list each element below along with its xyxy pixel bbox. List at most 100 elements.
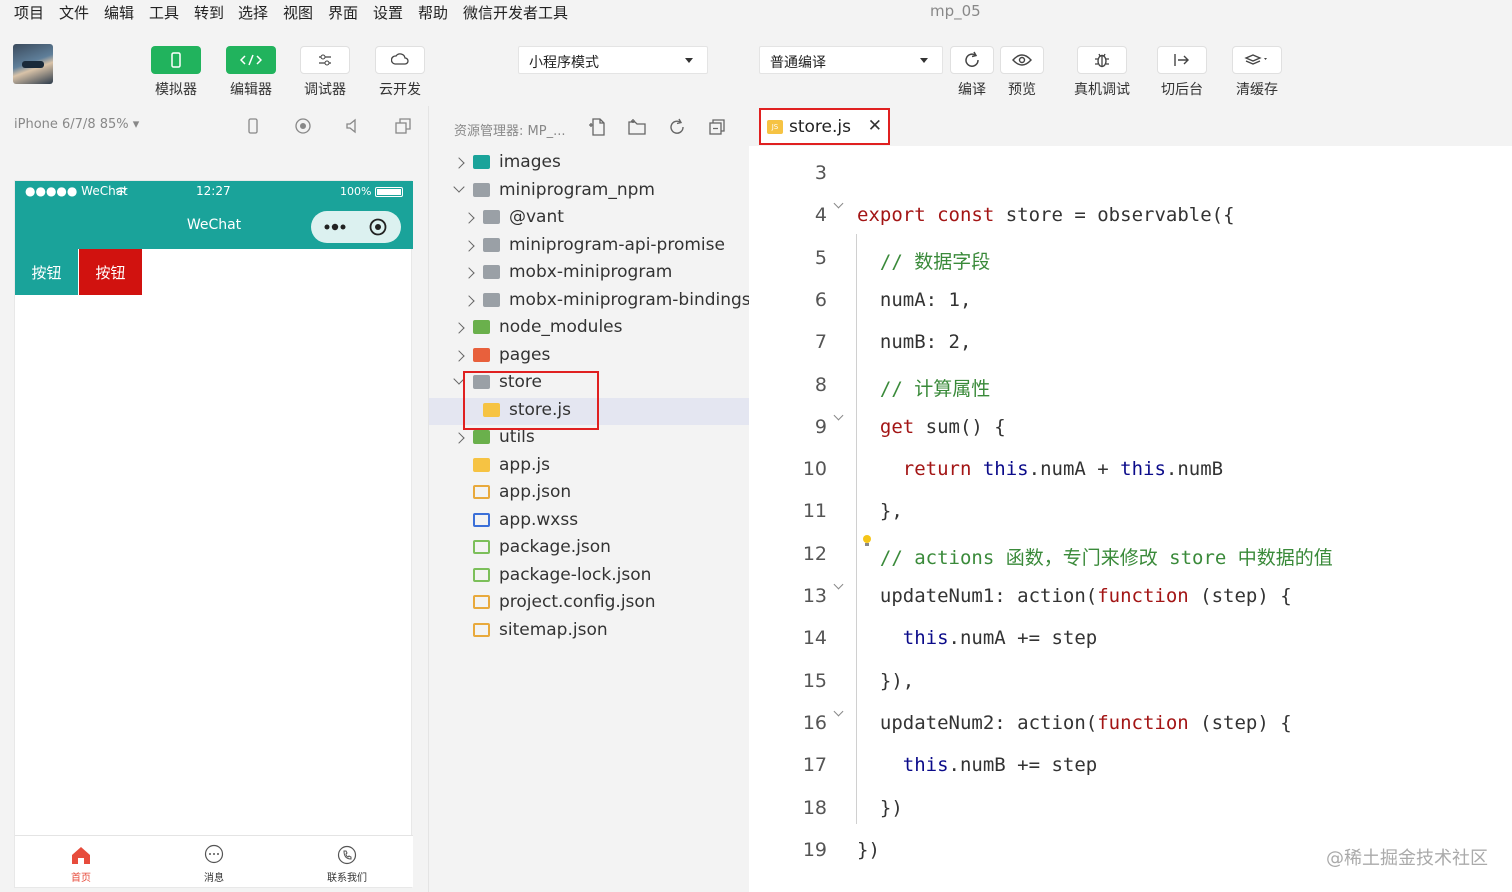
tree-item[interactable]: node_modules — [429, 315, 750, 342]
chevron-right-icon[interactable] — [463, 212, 475, 224]
code-text: updateNum1: action(function (step) { — [857, 585, 1292, 607]
clear-cache-button[interactable] — [1232, 46, 1282, 74]
code-line[interactable]: 17 this.numB += step — [749, 746, 1512, 788]
code-line[interactable]: 18 }) — [749, 789, 1512, 831]
simulator-header: iPhone 6/7/8 85% ▾ — [0, 106, 428, 146]
menu-tools[interactable]: 工具 — [149, 2, 179, 23]
chevron-right-icon[interactable] — [453, 432, 465, 444]
tab-home[interactable]: 首页 — [41, 844, 121, 884]
tab-messages[interactable]: 消息 — [174, 844, 254, 884]
chevron-right-icon[interactable] — [453, 349, 465, 362]
tree-item[interactable]: @vant — [429, 205, 750, 232]
tree-item[interactable]: miniprogram_npm — [429, 178, 750, 205]
menu-goto[interactable]: 转到 — [194, 2, 224, 23]
background-button[interactable] — [1157, 46, 1207, 74]
mode-select[interactable]: 小程序模式 — [518, 46, 708, 74]
rotate-device-icon[interactable] — [244, 117, 262, 135]
fold-chevron-icon[interactable] — [833, 706, 844, 717]
new-file-icon[interactable] — [588, 117, 608, 137]
fold-chevron-icon[interactable] — [833, 198, 844, 209]
code-line[interactable]: 5 // 数据字段 — [749, 239, 1512, 281]
folder-icon — [483, 210, 500, 224]
chevron-right-icon[interactable] — [463, 239, 475, 252]
js-file-icon: JS — [767, 120, 783, 134]
refresh-icon[interactable] — [667, 117, 687, 137]
tree-item[interactable]: mobx-miniprogram — [429, 260, 750, 287]
device-select[interactable]: iPhone 6/7/8 85% ▾ — [14, 117, 139, 132]
menu-help[interactable]: 帮助 — [418, 2, 448, 23]
cloud-dev-button[interactable] — [375, 46, 425, 74]
tree-item[interactable]: app.wxss — [429, 508, 750, 535]
code-line[interactable]: 7 numB: 2, — [749, 323, 1512, 365]
code-line[interactable]: 3 — [749, 154, 1512, 196]
tree-item[interactable]: package.json — [429, 535, 750, 562]
lightbulb-icon[interactable] — [862, 534, 872, 548]
file-icon — [473, 595, 490, 609]
code-line[interactable]: 11 }, — [749, 492, 1512, 534]
preview-button[interactable] — [1000, 46, 1044, 74]
menu-select[interactable]: 选择 — [238, 2, 268, 23]
volume-icon[interactable] — [344, 117, 362, 135]
capsule-menu[interactable] — [311, 211, 401, 243]
menu-file[interactable]: 文件 — [59, 2, 89, 23]
menu-interface[interactable]: 界面 — [328, 2, 358, 23]
menu-view[interactable]: 视图 — [283, 2, 313, 23]
fold-chevron-icon[interactable] — [833, 579, 844, 590]
more-icon[interactable] — [323, 222, 347, 232]
tree-item[interactable]: mobx-miniprogram-bindings — [429, 288, 751, 315]
menu-settings[interactable]: 设置 — [373, 2, 403, 23]
page-button-2[interactable]: 按钮 — [79, 249, 142, 295]
code-line[interactable]: 16 updateNum2: action(function (step) { — [749, 704, 1512, 746]
editor-toggle-button[interactable] — [226, 46, 276, 74]
new-folder-icon[interactable] — [627, 117, 647, 137]
chevron-right-icon[interactable] — [453, 322, 465, 334]
tree-item[interactable]: pages — [429, 343, 750, 370]
line-number: 14 — [802, 627, 827, 650]
simulator-toggle-button[interactable] — [151, 46, 201, 74]
code-line[interactable]: 9 get sum() { — [749, 408, 1512, 450]
tab-contact[interactable]: 联系我们 — [307, 844, 387, 884]
close-icon[interactable]: ✕ — [868, 116, 882, 136]
device-debug-button[interactable] — [1077, 46, 1127, 74]
debugger-toggle-button[interactable] — [300, 46, 350, 74]
line-number: 5 — [814, 246, 827, 269]
tree-item[interactable]: sitemap.json — [429, 618, 750, 645]
tree-item[interactable]: project.config.json — [429, 590, 750, 617]
code-line[interactable]: 13 updateNum1: action(function (step) { — [749, 577, 1512, 619]
record-icon[interactable] — [294, 117, 312, 135]
menu-edit[interactable]: 编辑 — [104, 2, 134, 23]
chevron-down-icon[interactable] — [453, 180, 465, 193]
mode-select-value: 小程序模式 — [529, 55, 599, 71]
menu-wechat-devtools[interactable]: 微信开发者工具 — [463, 2, 568, 23]
chevron-right-icon[interactable] — [463, 294, 475, 307]
folder-icon — [483, 265, 500, 279]
code-line[interactable]: 8 // 计算属性 — [749, 366, 1512, 408]
code-line[interactable]: 14 this.numA += step — [749, 619, 1512, 661]
file-explorer: 资源管理器: MP_... images miniprogram_npm @vant… — [428, 106, 751, 892]
tree-item[interactable]: images — [429, 150, 750, 177]
compile-button[interactable] — [950, 46, 994, 74]
chevron-right-icon[interactable] — [463, 267, 475, 279]
tree-item[interactable]: package-lock.json — [429, 563, 750, 590]
page-button-1[interactable]: 按钮 — [15, 249, 78, 295]
tree-item[interactable]: app.js — [429, 453, 750, 480]
code-line[interactable]: 10 return this.numA + this.numB — [749, 450, 1512, 492]
tab-home-label: 首页 — [71, 873, 91, 884]
collapse-all-icon[interactable] — [707, 117, 727, 137]
popout-icon[interactable] — [394, 117, 412, 135]
tree-item[interactable]: miniprogram-api-promise — [429, 233, 750, 260]
avatar[interactable] — [13, 44, 53, 84]
code-line[interactable]: 4 export const store = observable({ — [749, 196, 1512, 238]
editor-tab-store-js[interactable]: JS store.js ✕ — [759, 108, 890, 145]
chevron-right-icon[interactable] — [453, 157, 465, 169]
close-capsule-icon[interactable] — [369, 218, 387, 236]
line-number: 11 — [802, 500, 827, 523]
tree-item[interactable]: app.json — [429, 480, 750, 507]
menu-project[interactable]: 项目 — [14, 2, 44, 23]
fold-chevron-icon[interactable] — [833, 410, 844, 421]
layers-icon — [1244, 54, 1267, 65]
code-line[interactable]: 15 }), — [749, 662, 1512, 704]
code-line[interactable]: 6 numA: 1, — [749, 281, 1512, 323]
compile-mode-select[interactable]: 普通编译 — [759, 46, 943, 74]
line-number: 10 — [802, 458, 827, 481]
